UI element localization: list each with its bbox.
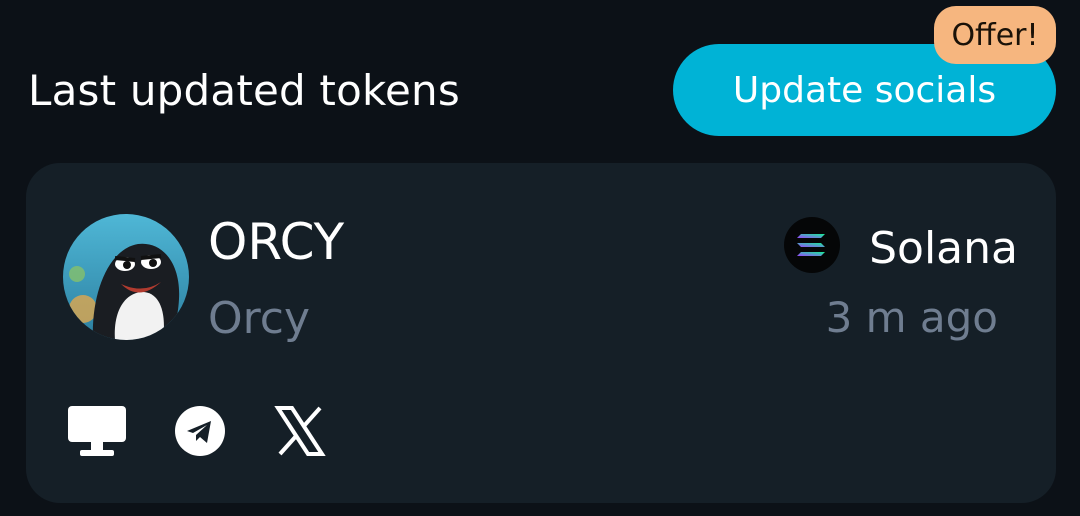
x-icon bbox=[274, 406, 326, 460]
telegram-icon bbox=[173, 404, 227, 462]
telegram-link[interactable] bbox=[172, 405, 228, 461]
website-link[interactable] bbox=[64, 405, 130, 461]
offer-badge: Offer! bbox=[934, 6, 1056, 64]
chain-name: Solana bbox=[869, 223, 1018, 274]
token-name: Orcy bbox=[208, 293, 310, 344]
section-header: Last updated tokens Update socials Offer… bbox=[0, 0, 1080, 163]
token-symbol: ORCY bbox=[208, 213, 345, 271]
token-card[interactable]: ORCY Orcy Solana 3 m ago bbox=[26, 163, 1056, 503]
token-avatar bbox=[63, 214, 189, 340]
x-link[interactable] bbox=[272, 405, 328, 461]
desktop-icon bbox=[66, 404, 128, 462]
updated-time: 3 m ago bbox=[825, 293, 998, 342]
section-title: Last updated tokens bbox=[28, 66, 460, 115]
solana-icon bbox=[784, 217, 840, 273]
